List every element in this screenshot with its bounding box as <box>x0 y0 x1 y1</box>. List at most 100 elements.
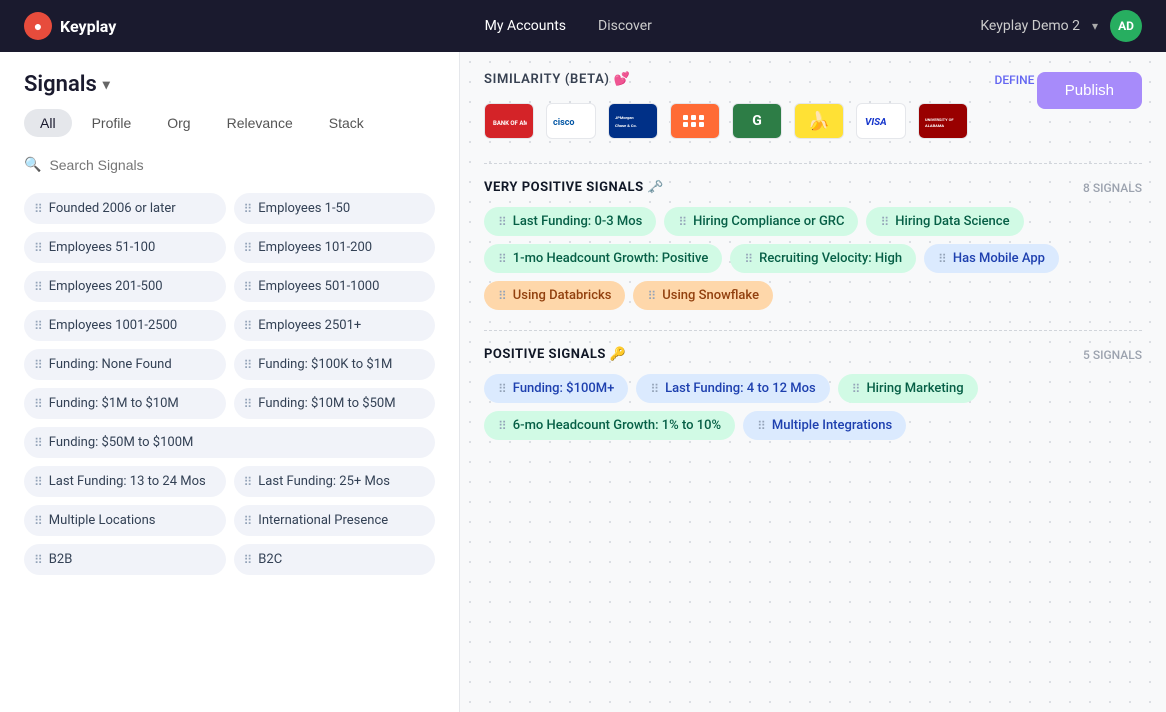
drag-icon: ⠿ <box>650 382 659 396</box>
list-item[interactable]: ⠿ B2B <box>24 544 226 575</box>
list-item[interactable]: ⠿ Employees 51-100 <box>24 232 226 263</box>
ps-title: POSITIVE SIGNALS 🔑 <box>484 347 626 362</box>
drag-icon: ⠿ <box>34 202 43 216</box>
svg-text:ALABAMA: ALABAMA <box>925 123 944 128</box>
list-item[interactable]: ⠿ Employees 201-500 <box>24 271 226 302</box>
tab-relevance[interactable]: Relevance <box>211 109 309 137</box>
drag-icon: ⠿ <box>244 202 253 216</box>
signal-tag[interactable]: ⠿ Hiring Marketing <box>838 374 978 403</box>
signal-tag[interactable]: ⠿ 6-mo Headcount Growth: 1% to 10% <box>484 411 735 440</box>
signal-label: B2B <box>49 552 73 567</box>
signal-tag[interactable]: ⠿ Hiring Compliance or GRC <box>664 207 858 236</box>
list-item[interactable]: ⠿ B2C <box>234 544 436 575</box>
logo-ala: UNIVERSITY OFALABAMA <box>918 103 968 139</box>
list-item[interactable]: ⠿ Funding: None Found <box>24 349 226 380</box>
list-item[interactable]: ⠿ Funding: $100K to $1M <box>234 349 436 380</box>
drag-icon: ⠿ <box>244 475 253 489</box>
signal-label: B2C <box>258 552 282 567</box>
drag-icon: ⠿ <box>34 475 43 489</box>
signal-tag[interactable]: ⠿ Last Funding: 0-3 Mos <box>484 207 656 236</box>
drag-icon: ⠿ <box>678 215 687 229</box>
nav-discover[interactable]: Discover <box>598 18 652 34</box>
drag-icon: ⠿ <box>34 319 43 333</box>
drag-icon: ⠿ <box>880 215 889 229</box>
workspace-label: Keyplay Demo 2 <box>980 18 1080 34</box>
list-item[interactable]: ⠿ Funding: $50M to $100M <box>24 427 435 458</box>
ps-count: 5 SIGNALS <box>1083 348 1142 362</box>
signal-tag[interactable]: ⠿ Last Funding: 4 to 12 Mos <box>636 374 829 403</box>
svg-text:BANK OF AMERICA: BANK OF AMERICA <box>493 120 527 127</box>
logo-unknown <box>670 103 720 139</box>
avatar: AD <box>1110 10 1142 42</box>
search-input[interactable] <box>49 157 435 173</box>
signal-tag[interactable]: ⠿ Using Snowflake <box>633 281 773 310</box>
list-item[interactable]: ⠿ Funding: $1M to $10M <box>24 388 226 419</box>
svg-text:Chase & Co.: Chase & Co. <box>615 123 637 128</box>
signal-label: Funding: $1M to $10M <box>49 396 179 411</box>
panel-content: SIMILARITY (BETA) 💕 DEFINE LOOKALIKE LIS… <box>484 72 1142 440</box>
signal-tag[interactable]: ⠿ Recruiting Velocity: High <box>730 244 916 273</box>
drag-icon: ⠿ <box>852 382 861 396</box>
list-item[interactable]: ⠿ Employees 1001-2500 <box>24 310 226 341</box>
signal-label: Multiple Locations <box>49 513 156 528</box>
signal-label: Founded 2006 or later <box>49 201 176 216</box>
list-item[interactable]: ⠿ Last Funding: 13 to 24 Mos <box>24 466 226 497</box>
tag-label: Has Mobile App <box>953 251 1045 266</box>
drag-icon: ⠿ <box>744 252 753 266</box>
nav-my-accounts[interactable]: My Accounts <box>485 18 566 34</box>
tab-all[interactable]: All <box>24 109 72 137</box>
vps-tags: ⠿ Last Funding: 0-3 Mos ⠿ Hiring Complia… <box>484 207 1142 310</box>
signal-tag[interactable]: ⠿ Hiring Data Science <box>866 207 1023 236</box>
list-item[interactable]: ⠿ Last Funding: 25+ Mos <box>234 466 436 497</box>
list-item[interactable]: ⠿ Employees 1-50 <box>234 193 436 224</box>
list-item[interactable]: ⠿ International Presence <box>234 505 436 536</box>
search-icon: 🔍 <box>24 157 41 173</box>
publish-button[interactable]: Publish <box>1037 72 1142 109</box>
brand-icon: ● <box>24 12 52 40</box>
drag-icon: ⠿ <box>498 252 507 266</box>
signal-label: Employees 501-1000 <box>258 279 379 294</box>
signal-tag[interactable]: ⠿ Has Mobile App <box>924 244 1059 273</box>
list-item[interactable]: ⠿ Employees 2501+ <box>234 310 436 341</box>
divider <box>484 330 1142 331</box>
tab-profile[interactable]: Profile <box>76 109 148 137</box>
right-panel: Publish SIMILARITY (BETA) 💕 DEFINE LOOKA… <box>460 52 1166 712</box>
logo-banana: 🍌 <box>794 103 844 139</box>
tag-label: Using Databricks <box>513 288 612 303</box>
list-item[interactable]: ⠿ Founded 2006 or later <box>24 193 226 224</box>
workspace-dropdown-icon[interactable]: ▾ <box>1092 19 1098 33</box>
signals-list: ⠿ Founded 2006 or later ⠿ Employees 1-50… <box>0 185 459 712</box>
logo-bofa: BANK OF AMERICA <box>484 103 534 139</box>
search-box: 🔍 <box>0 149 459 185</box>
very-positive-signals-section: VERY POSITIVE SIGNALS 🗝️ 8 SIGNALS ⠿ Las… <box>484 180 1142 310</box>
list-item[interactable]: ⠿ Funding: $10M to $50M <box>234 388 436 419</box>
list-item[interactable]: ⠿ Employees 501-1000 <box>234 271 436 302</box>
signal-label: Employees 1001-2500 <box>49 318 177 333</box>
signal-label: International Presence <box>258 513 388 528</box>
vps-header: VERY POSITIVE SIGNALS 🗝️ 8 SIGNALS <box>484 180 1142 195</box>
logo-jpmorgan: JPMorganChase & Co. <box>608 103 658 139</box>
tab-stack[interactable]: Stack <box>313 109 380 137</box>
logo-visa: VISA <box>856 103 906 139</box>
signal-label: Employees 101-200 <box>258 240 372 255</box>
signal-tag[interactable]: ⠿ 1-mo Headcount Growth: Positive <box>484 244 722 273</box>
signal-label: Last Funding: 25+ Mos <box>258 474 390 489</box>
drag-icon: ⠿ <box>34 397 43 411</box>
list-item[interactable]: ⠿ Multiple Locations <box>24 505 226 536</box>
left-panel: Signals ▾ All Profile Org Relevance Stac… <box>0 52 460 712</box>
drag-icon: ⠿ <box>244 280 253 294</box>
signals-dropdown-icon[interactable]: ▾ <box>103 77 110 93</box>
signal-label: Last Funding: 13 to 24 Mos <box>49 474 206 489</box>
signal-tag[interactable]: ⠿ Using Databricks <box>484 281 625 310</box>
drag-icon: ⠿ <box>244 241 253 255</box>
logo-g: G <box>732 103 782 139</box>
drag-icon: ⠿ <box>498 289 507 303</box>
tab-org[interactable]: Org <box>151 109 206 137</box>
drag-icon: ⠿ <box>244 358 253 372</box>
logo-cisco: cisco <box>546 103 596 139</box>
signal-tag[interactable]: ⠿ Funding: $100M+ <box>484 374 628 403</box>
signal-tag[interactable]: ⠿ Multiple Integrations <box>743 411 906 440</box>
drag-icon: ⠿ <box>34 514 43 528</box>
list-item[interactable]: ⠿ Employees 101-200 <box>234 232 436 263</box>
drag-icon: ⠿ <box>938 252 947 266</box>
